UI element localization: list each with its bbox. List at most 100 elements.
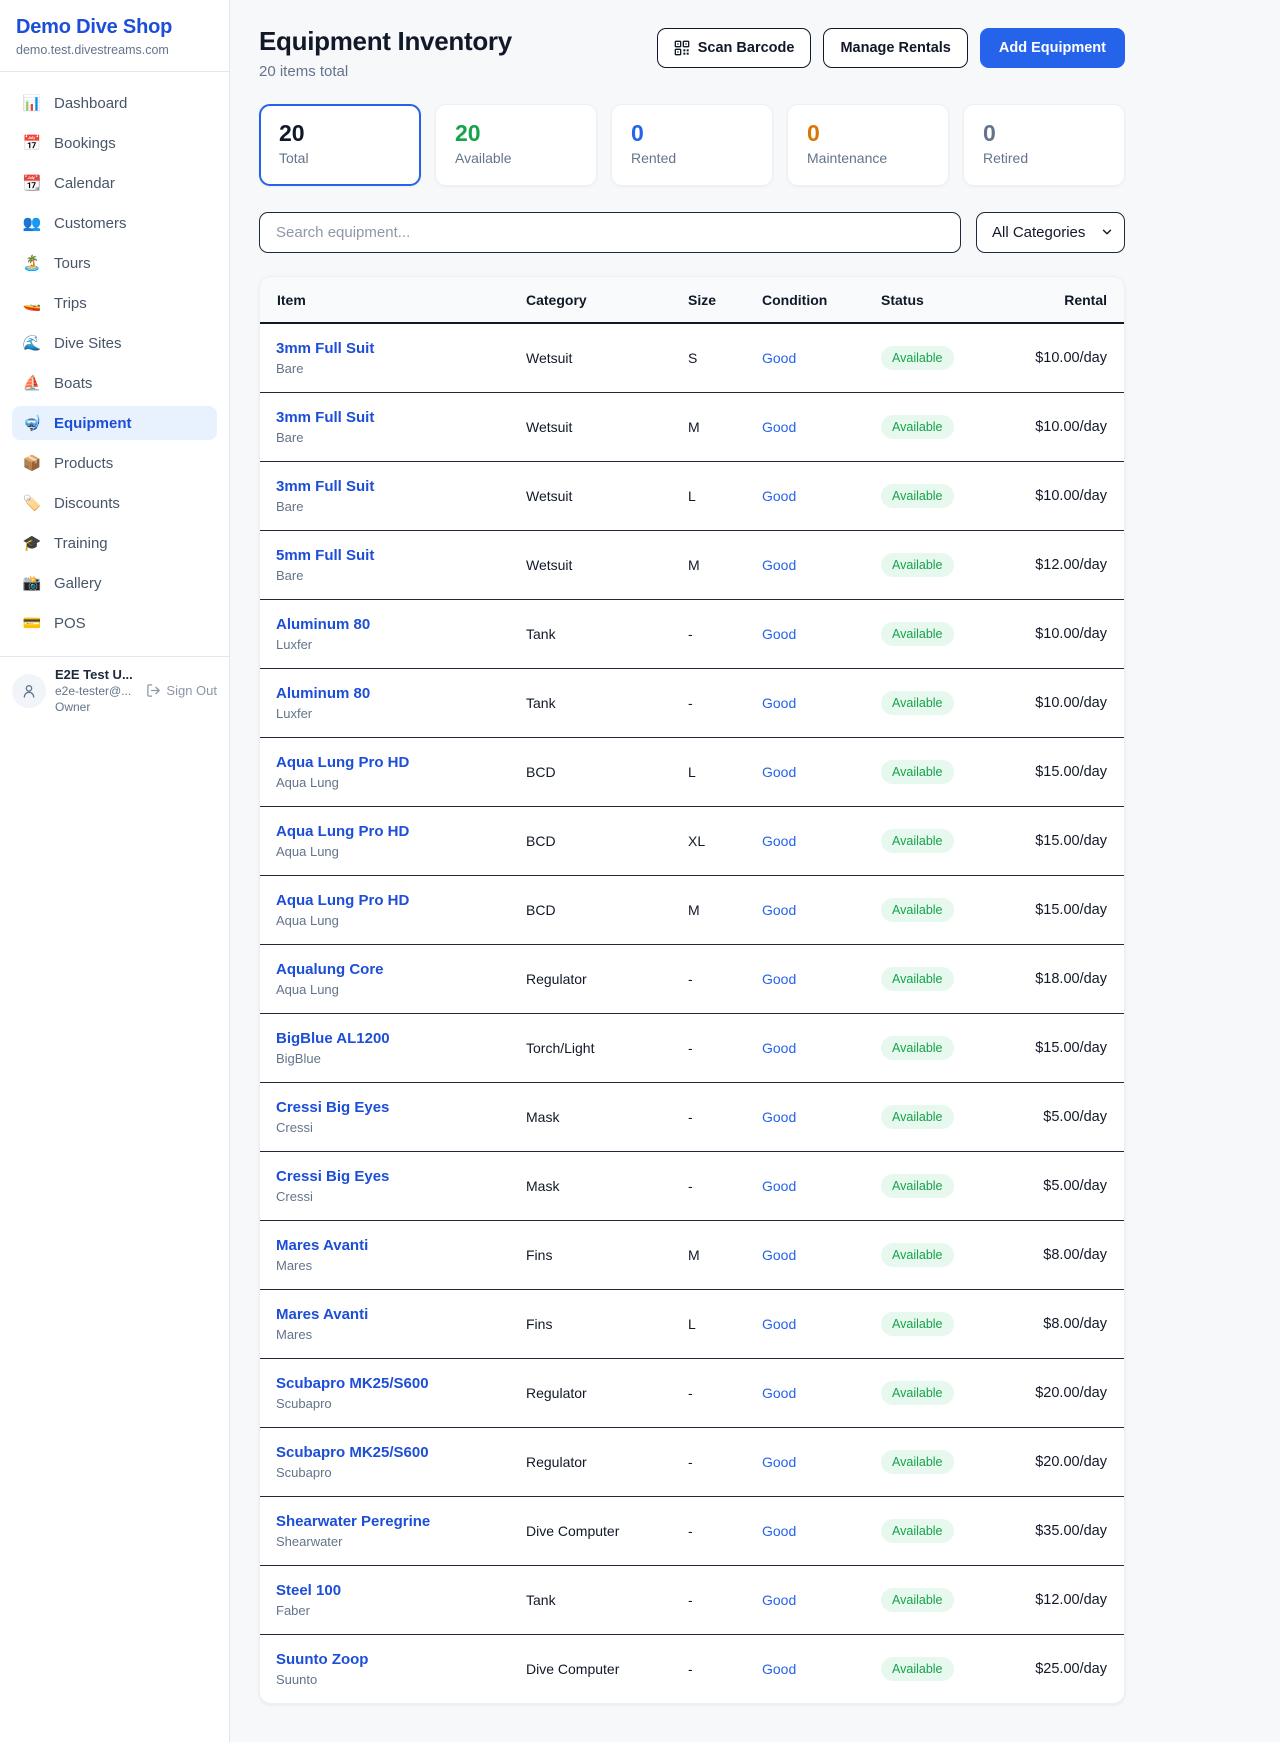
sidebar-item-dive-sites[interactable]: 🌊 Dive Sites — [12, 326, 217, 360]
main-content: Equipment Inventory 20 items total Scan … — [230, 0, 1280, 1742]
item-name-link[interactable]: Aluminum 80 — [276, 685, 494, 702]
add-equipment-button[interactable]: Add Equipment — [980, 28, 1125, 68]
table-row[interactable]: Aqualung Core Aqua Lung Regulator - Good… — [260, 944, 1124, 1013]
sidebar-item-dashboard[interactable]: 📊 Dashboard — [12, 86, 217, 120]
table-row[interactable]: Steel 100 Faber Tank - Good Available $1… — [260, 1565, 1124, 1634]
table-row[interactable]: Aqua Lung Pro HD Aqua Lung BCD M Good Av… — [260, 875, 1124, 944]
table-row[interactable]: Aluminum 80 Luxfer Tank - Good Available… — [260, 668, 1124, 737]
sidebar-item-equipment[interactable]: 🤿 Equipment — [12, 406, 217, 440]
item-condition-link[interactable]: Good — [762, 1454, 796, 1470]
sidebar-item-discounts[interactable]: 🏷️ Discounts — [12, 486, 217, 520]
item-category: Dive Computer — [510, 1634, 672, 1703]
item-condition-link[interactable]: Good — [762, 764, 796, 780]
item-name-link[interactable]: Cressi Big Eyes — [276, 1099, 494, 1116]
stat-card-retired[interactable]: 0 Retired — [963, 104, 1125, 186]
item-size: - — [672, 1496, 746, 1565]
sidebar-item-tours[interactable]: 🏝️ Tours — [12, 246, 217, 280]
item-name-link[interactable]: Mares Avanti — [276, 1306, 494, 1323]
table-row[interactable]: 3mm Full Suit Bare Wetsuit S Good Availa… — [260, 323, 1124, 392]
item-brand: Scubapro — [276, 1396, 494, 1411]
item-brand: Suunto — [276, 1672, 494, 1687]
table-row[interactable]: Cressi Big Eyes Cressi Mask - Good Avail… — [260, 1151, 1124, 1220]
table-row[interactable]: Aluminum 80 Luxfer Tank - Good Available… — [260, 599, 1124, 668]
search-input[interactable] — [259, 212, 961, 253]
stat-card-maintenance[interactable]: 0 Maintenance — [787, 104, 949, 186]
item-name-link[interactable]: 3mm Full Suit — [276, 409, 494, 426]
item-condition-link[interactable]: Good — [762, 557, 796, 573]
table-row[interactable]: Scubapro MK25/S600 Scubapro Regulator - … — [260, 1427, 1124, 1496]
table-row[interactable]: Scubapro MK25/S600 Scubapro Regulator - … — [260, 1358, 1124, 1427]
item-name-link[interactable]: 3mm Full Suit — [276, 478, 494, 495]
item-condition-link[interactable]: Good — [762, 1247, 796, 1263]
stat-value: 0 — [807, 120, 929, 147]
table-row[interactable]: BigBlue AL1200 BigBlue Torch/Light - Goo… — [260, 1013, 1124, 1082]
item-brand: Cressi — [276, 1189, 494, 1204]
tag-icon: 🏷️ — [22, 494, 42, 512]
stat-card-rented[interactable]: 0 Rented — [611, 104, 773, 186]
table-row[interactable]: Mares Avanti Mares Fins L Good Available… — [260, 1289, 1124, 1358]
item-condition-link[interactable]: Good — [762, 902, 796, 918]
table-row[interactable]: Mares Avanti Mares Fins M Good Available… — [260, 1220, 1124, 1289]
stat-card-total[interactable]: 20 Total — [259, 104, 421, 186]
item-name-link[interactable]: Scubapro MK25/S600 — [276, 1375, 494, 1392]
item-name-link[interactable]: Scubapro MK25/S600 — [276, 1444, 494, 1461]
sidebar-item-calendar[interactable]: 📆 Calendar — [12, 166, 217, 200]
manage-rentals-button[interactable]: Manage Rentals — [823, 28, 967, 68]
item-condition-link[interactable]: Good — [762, 833, 796, 849]
item-name-link[interactable]: 3mm Full Suit — [276, 340, 494, 357]
column-header-size: Size — [672, 277, 746, 323]
shop-name: Demo Dive Shop — [16, 16, 213, 39]
item-name-link[interactable]: Steel 100 — [276, 1582, 494, 1599]
sign-out-button[interactable]: Sign Out — [146, 683, 217, 698]
item-condition-link[interactable]: Good — [762, 1109, 796, 1125]
table-row[interactable]: Aqua Lung Pro HD Aqua Lung BCD L Good Av… — [260, 737, 1124, 806]
item-name-link[interactable]: Aqua Lung Pro HD — [276, 823, 494, 840]
item-condition-link[interactable]: Good — [762, 1592, 796, 1608]
sidebar-item-training[interactable]: 🎓 Training — [12, 526, 217, 560]
table-row[interactable]: Shearwater Peregrine Shearwater Dive Com… — [260, 1496, 1124, 1565]
item-condition-link[interactable]: Good — [762, 1385, 796, 1401]
item-condition-link[interactable]: Good — [762, 1178, 796, 1194]
sidebar-item-products[interactable]: 📦 Products — [12, 446, 217, 480]
item-condition-link[interactable]: Good — [762, 1040, 796, 1056]
table-row[interactable]: 3mm Full Suit Bare Wetsuit L Good Availa… — [260, 461, 1124, 530]
item-name-link[interactable]: Aqua Lung Pro HD — [276, 892, 494, 909]
status-badge: Available — [881, 967, 954, 991]
item-condition-link[interactable]: Good — [762, 626, 796, 642]
sidebar-item-pos[interactable]: 💳 POS — [12, 606, 217, 640]
item-name-link[interactable]: 5mm Full Suit — [276, 547, 494, 564]
category-select[interactable]: All Categories — [976, 212, 1125, 253]
equipment-table-card: ItemCategorySizeConditionStatusRental 3m… — [259, 276, 1125, 1704]
item-condition-link[interactable]: Good — [762, 971, 796, 987]
item-condition-link[interactable]: Good — [762, 695, 796, 711]
item-rental: $5.00/day — [1011, 1082, 1124, 1151]
scan-barcode-button[interactable]: Scan Barcode — [657, 28, 812, 68]
item-name-link[interactable]: Mares Avanti — [276, 1237, 494, 1254]
sidebar-item-boats[interactable]: ⛵ Boats — [12, 366, 217, 400]
item-condition-link[interactable]: Good — [762, 1523, 796, 1539]
item-name-link[interactable]: Suunto Zoop — [276, 1651, 494, 1668]
table-row[interactable]: 3mm Full Suit Bare Wetsuit M Good Availa… — [260, 392, 1124, 461]
item-condition-link[interactable]: Good — [762, 488, 796, 504]
table-row[interactable]: 5mm Full Suit Bare Wetsuit M Good Availa… — [260, 530, 1124, 599]
item-name-link[interactable]: Cressi Big Eyes — [276, 1168, 494, 1185]
item-condition-link[interactable]: Good — [762, 1316, 796, 1332]
item-name-link[interactable]: Shearwater Peregrine — [276, 1513, 494, 1530]
sidebar-item-trips[interactable]: 🚤 Trips — [12, 286, 217, 320]
sidebar-item-bookings[interactable]: 📅 Bookings — [12, 126, 217, 160]
item-condition-link[interactable]: Good — [762, 1661, 796, 1677]
sidebar-item-customers[interactable]: 👥 Customers — [12, 206, 217, 240]
item-name-link[interactable]: Aqua Lung Pro HD — [276, 754, 494, 771]
item-name-link[interactable]: Aqualung Core — [276, 961, 494, 978]
item-condition-link[interactable]: Good — [762, 419, 796, 435]
column-header-rental: Rental — [1011, 277, 1124, 323]
item-condition-link[interactable]: Good — [762, 350, 796, 366]
table-row[interactable]: Cressi Big Eyes Cressi Mask - Good Avail… — [260, 1082, 1124, 1151]
sidebar-item-gallery[interactable]: 📸 Gallery — [12, 566, 217, 600]
stat-card-available[interactable]: 20 Available — [435, 104, 597, 186]
item-name-link[interactable]: Aluminum 80 — [276, 616, 494, 633]
item-name-link[interactable]: BigBlue AL1200 — [276, 1030, 494, 1047]
table-row[interactable]: Aqua Lung Pro HD Aqua Lung BCD XL Good A… — [260, 806, 1124, 875]
item-size: - — [672, 944, 746, 1013]
table-row[interactable]: Suunto Zoop Suunto Dive Computer - Good … — [260, 1634, 1124, 1703]
